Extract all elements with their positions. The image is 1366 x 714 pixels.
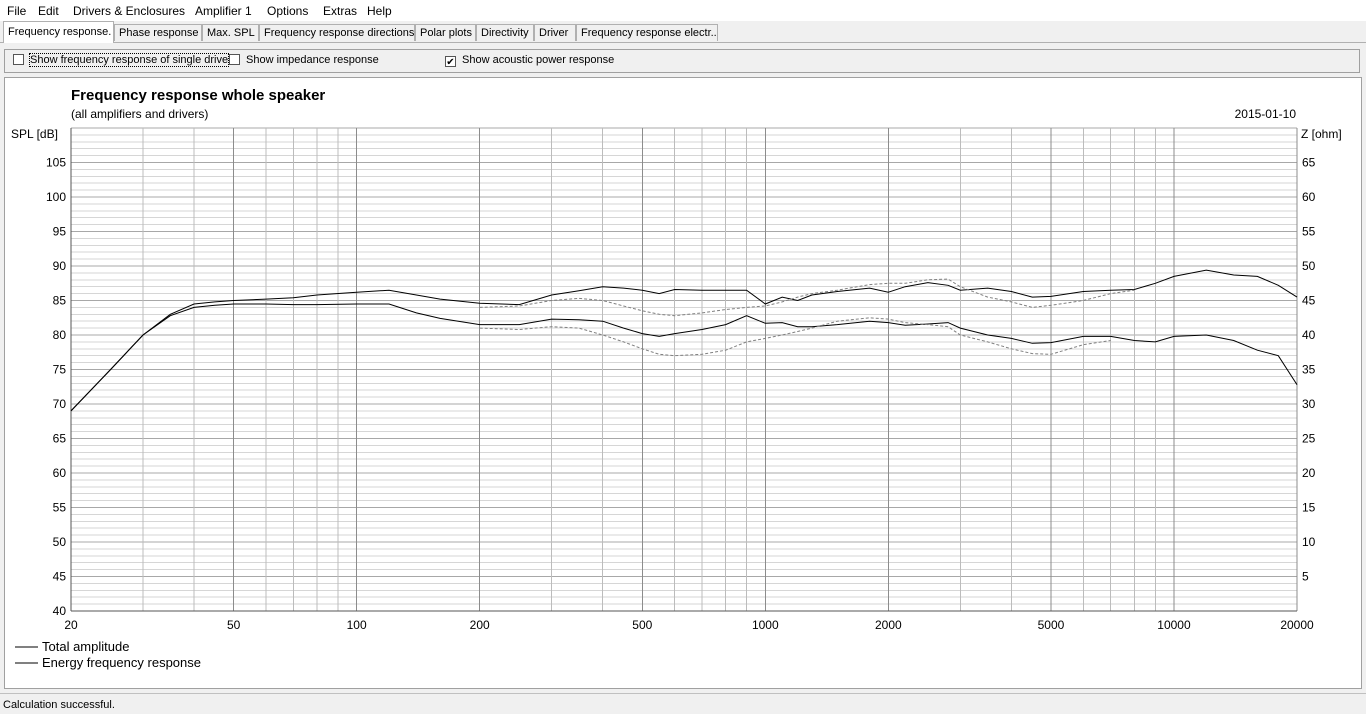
chart-grid [70,127,1298,612]
tab-frequency-response-electr[interactable]: Frequency response electr.. [576,24,718,41]
series-line [70,303,1298,412]
y2-tick-label: 5 [1302,570,1309,584]
menu-edit[interactable]: Edit [38,4,59,18]
y-axis-label: SPL [dB] [11,127,58,141]
single-driver-checkbox[interactable] [13,54,24,65]
y2-axis-label: Z [ohm] [1301,127,1342,141]
status-bar: Calculation successful. [0,693,1366,714]
y-tick-label: 40 [53,604,67,618]
chart-panel: Frequency response whole speaker (all am… [4,77,1362,689]
x-tick-label: 100 [347,618,367,632]
single-driver-label: Show frequency response of single drive [28,53,230,67]
chart-title: Frequency response whole speaker [71,87,325,104]
chart-tick-labels: 40 45 50 55 60 65 70 75 80 85 90 95 100 105 5 10 15 20 25 3… [46,156,1316,633]
tab-frequency-response[interactable]: Frequency response. [3,21,114,43]
option-impedance[interactable]: Show impedance response [229,54,379,68]
y-tick-label: 100 [46,190,66,204]
y2-tick-label: 10 [1302,535,1316,549]
y-tick-label: 85 [53,294,67,308]
y2-tick-label: 55 [1302,225,1316,239]
options-bar: Show frequency response of single drive … [4,49,1360,73]
tab-polar-plots[interactable]: Polar plots [415,24,476,41]
tab-divider [0,42,1366,43]
y2-tick-label: 15 [1302,501,1316,515]
x-tick-label: 10000 [1157,618,1191,632]
x-tick-label: 50 [227,618,241,632]
tab-phase-response[interactable]: Phase response [114,24,202,41]
y-tick-label: 105 [46,156,66,170]
chart-subtitle: (all amplifiers and drivers) [71,107,208,121]
menu-help[interactable]: Help [367,4,392,18]
y-tick-label: 60 [53,466,67,480]
acoustic-power-label: Show acoustic power response [462,54,615,66]
x-tick-label: 5000 [1038,618,1065,632]
tab-frequency-response-directions[interactable]: Frequency response directions [259,24,415,41]
y2-tick-label: 30 [1302,397,1316,411]
y2-tick-label: 45 [1302,294,1316,308]
tab-bar: Frequency response. Phase response Max. SP… [0,21,1366,43]
y-tick-label: 70 [53,397,67,411]
option-single-driver[interactable]: Show frequency response of single drive [13,53,230,68]
x-tick-label: 20 [64,618,78,632]
y-tick-label: 50 [53,535,67,549]
status-text: Calculation successful. [3,699,115,711]
acoustic-power-checkbox[interactable]: ✔ [445,56,456,68]
y-tick-label: 95 [53,225,67,239]
y-tick-label: 45 [53,570,67,584]
menu-file[interactable]: File [7,4,26,18]
y2-tick-label: 35 [1302,363,1316,377]
tab-driver[interactable]: Driver [534,24,576,41]
x-tick-label: 2000 [875,618,902,632]
menu-options[interactable]: Options [267,4,308,18]
y-tick-label: 90 [53,259,67,273]
y-tick-label: 55 [53,501,67,515]
y2-tick-label: 60 [1302,190,1316,204]
frequency-response-chart: Frequency response whole speaker (all am… [11,87,1342,670]
menu-bar: File Edit Drivers & Enclosures Amplifier 1 O… [0,0,1366,21]
menu-amplifier-1[interactable]: Amplifier 1 [195,4,252,18]
y-tick-label: 75 [53,363,67,377]
x-tick-label: 200 [470,618,490,632]
option-acoustic-power[interactable]: ✔ Show acoustic power response [445,54,614,68]
y2-tick-label: 50 [1302,259,1316,273]
impedance-label: Show impedance response [246,54,379,66]
x-tick-label: 1000 [752,618,779,632]
menu-drivers-enclosures[interactable]: Drivers & Enclosures [73,4,185,18]
y-tick-label: 65 [53,432,67,446]
chart-legend: Total amplitudeEnergy frequency response [15,639,201,670]
y-tick-label: 80 [53,328,67,342]
chart-date: 2015-01-10 [1235,107,1297,121]
y2-tick-label: 25 [1302,432,1316,446]
menu-extras[interactable]: Extras [323,4,357,18]
tab-directivity[interactable]: Directivity [476,24,534,41]
impedance-checkbox[interactable] [229,54,240,65]
x-tick-label: 500 [632,618,652,632]
tab-max-spl[interactable]: Max. SPL [202,24,259,41]
y2-tick-label: 40 [1302,328,1316,342]
y2-tick-label: 65 [1302,156,1316,170]
acoustic-power-line [479,317,1111,357]
legend-label: Energy frequency response [42,655,201,670]
y2-tick-label: 20 [1302,466,1316,480]
x-tick-label: 20000 [1280,618,1314,632]
legend-label: Total amplitude [42,639,129,654]
